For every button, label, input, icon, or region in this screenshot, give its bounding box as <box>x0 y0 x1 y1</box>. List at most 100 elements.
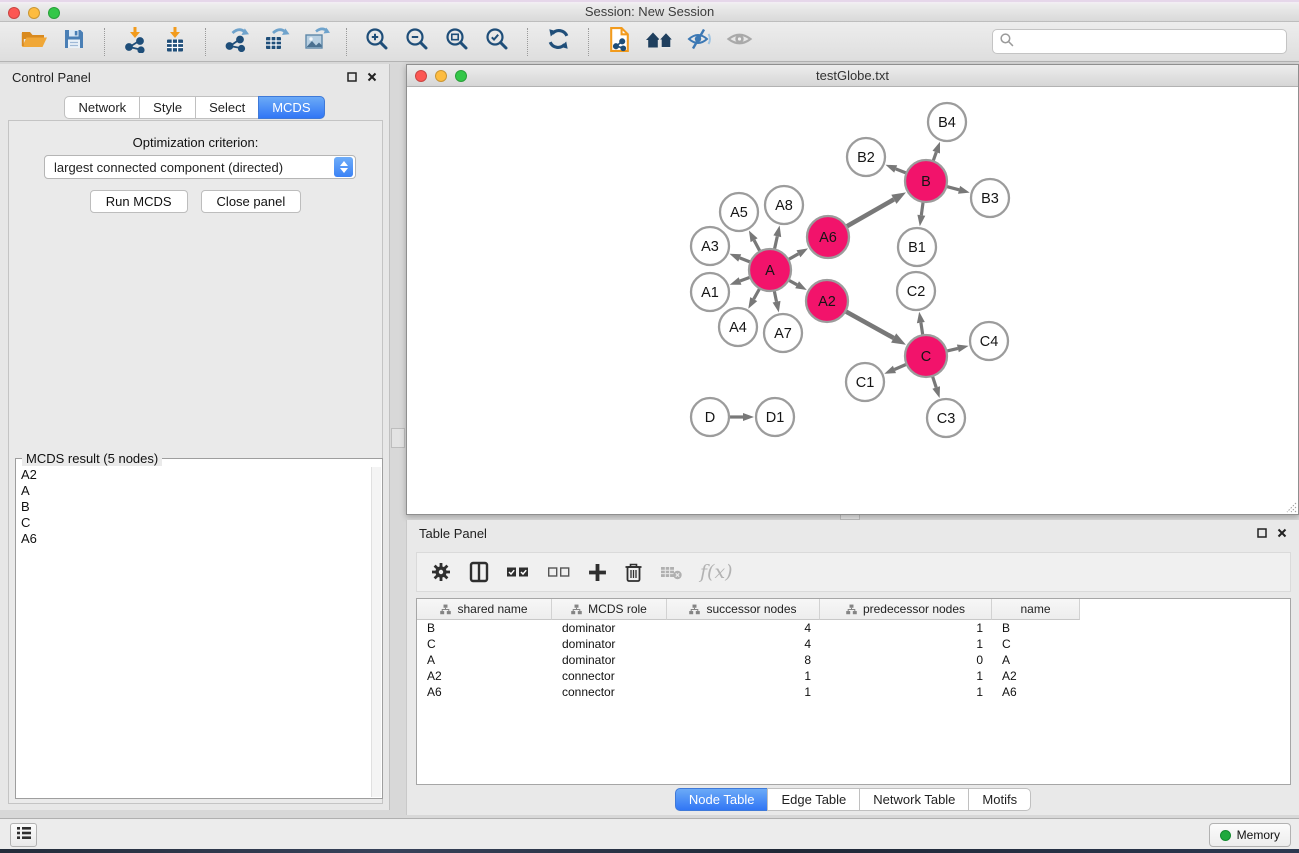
network-zoom-button[interactable] <box>455 70 467 82</box>
table-cell[interactable]: 1 <box>820 668 992 684</box>
gear-icon[interactable] <box>430 561 452 583</box>
export-table-button[interactable] <box>256 25 296 59</box>
table-row[interactable]: A2connector11A2 <box>417 668 1290 684</box>
zoom-fit-button[interactable] <box>437 25 477 59</box>
zoom-in-button[interactable] <box>357 25 397 59</box>
graph-edge-A-A4[interactable] <box>748 287 760 309</box>
graph-node-C1[interactable]: C1 <box>846 363 884 401</box>
graph-node-A8[interactable]: A8 <box>765 186 803 224</box>
table-cell[interactable]: dominator <box>552 652 667 668</box>
hide-selected-button[interactable] <box>679 25 719 59</box>
graph-edge-A-A8[interactable] <box>773 226 781 252</box>
refresh-view-button[interactable] <box>538 25 578 59</box>
tab-network-table[interactable]: Network Table <box>859 788 969 811</box>
tab-select[interactable]: Select <box>195 96 259 119</box>
open-session-button[interactable] <box>14 25 54 59</box>
mcds-result-item[interactable]: A2 <box>17 467 371 483</box>
save-session-button[interactable] <box>54 25 94 59</box>
graph-node-A4[interactable]: A4 <box>719 308 757 346</box>
column-header-successor-nodes[interactable]: successor nodes <box>667 599 820 620</box>
graph-node-C[interactable]: C <box>905 335 947 377</box>
table-cell[interactable]: 1 <box>820 636 992 652</box>
table-cell[interactable]: 0 <box>820 652 992 668</box>
new-network-from-selection-button[interactable] <box>599 25 639 59</box>
deselect-all-icon[interactable] <box>547 565 571 579</box>
table-cell[interactable]: 1 <box>820 684 992 700</box>
table-cell[interactable]: A6 <box>992 684 1080 700</box>
close-panel-icon[interactable] <box>367 70 377 85</box>
table-cell[interactable]: 4 <box>667 620 820 636</box>
graph-node-A2[interactable]: A2 <box>806 280 848 322</box>
table-cell[interactable]: A2 <box>417 668 552 684</box>
graph-node-C4[interactable]: C4 <box>970 322 1008 360</box>
graph-edge-A6-B[interactable] <box>845 192 907 227</box>
float-panel-icon[interactable] <box>347 70 357 85</box>
graph-node-A1[interactable]: A1 <box>691 273 729 311</box>
minimize-window-button[interactable] <box>28 7 40 19</box>
column-header-shared-name[interactable]: shared name <box>417 599 552 620</box>
graph-node-B[interactable]: B <box>905 160 947 202</box>
table-cell[interactable]: connector <box>552 684 667 700</box>
column-header-name[interactable]: name <box>992 599 1080 620</box>
mcds-result-item[interactable]: A6 <box>17 531 371 547</box>
graph-node-A[interactable]: A <box>749 249 791 291</box>
float-panel-icon[interactable] <box>1257 526 1267 541</box>
table-cell[interactable]: 1 <box>667 684 820 700</box>
graph-node-A5[interactable]: A5 <box>720 193 758 231</box>
graph-node-A7[interactable]: A7 <box>764 314 802 352</box>
graph-node-A6[interactable]: A6 <box>807 216 849 258</box>
graph-edge-D-D1[interactable] <box>727 413 754 421</box>
table-row[interactable]: Adominator80A <box>417 652 1290 668</box>
column-chooser-icon[interactable] <box>469 561 489 583</box>
zoom-selected-button[interactable] <box>477 25 517 59</box>
graph-edge-B-B3[interactable] <box>944 186 969 194</box>
import-table-button[interactable] <box>155 25 195 59</box>
table-cell[interactable]: A <box>992 652 1080 668</box>
table-cell[interactable]: 4 <box>667 636 820 652</box>
run-mcds-button[interactable]: Run MCDS <box>90 190 188 213</box>
table-cell[interactable]: 8 <box>667 652 820 668</box>
close-panel-button[interactable]: Close panel <box>201 190 302 213</box>
table-cell[interactable]: A2 <box>992 668 1080 684</box>
graph-edge-C-C3[interactable] <box>932 374 940 398</box>
close-window-button[interactable] <box>8 7 20 19</box>
table-cell[interactable]: A <box>417 652 552 668</box>
graph-node-C3[interactable]: C3 <box>927 399 965 437</box>
network-minimize-button[interactable] <box>435 70 447 82</box>
zoom-window-button[interactable] <box>48 7 60 19</box>
export-network-button[interactable] <box>216 25 256 59</box>
table-cell[interactable]: 1 <box>667 668 820 684</box>
graph-node-B4[interactable]: B4 <box>928 103 966 141</box>
graph-edge-B-B4[interactable] <box>932 142 940 163</box>
mcds-result-scrollbar[interactable] <box>371 467 381 797</box>
table-cell[interactable]: dominator <box>552 636 667 652</box>
graph-edge-C-C4[interactable] <box>945 345 969 353</box>
zoom-out-button[interactable] <box>397 25 437 59</box>
graph-node-D[interactable]: D <box>691 398 729 436</box>
column-header-mcds-role[interactable]: MCDS role <box>552 599 667 620</box>
tab-motifs[interactable]: Motifs <box>968 788 1031 811</box>
graph-edge-A-A1[interactable] <box>730 277 753 285</box>
table-cell[interactable]: dominator <box>552 620 667 636</box>
graph-edge-B-B1[interactable] <box>917 200 925 226</box>
graph-node-C2[interactable]: C2 <box>897 272 935 310</box>
tab-style[interactable]: Style <box>139 96 196 119</box>
graph-edge-A-A2[interactable] <box>787 279 807 290</box>
graph-node-A3[interactable]: A3 <box>691 227 729 265</box>
table-cell[interactable]: B <box>992 620 1080 636</box>
memory-button[interactable]: Memory <box>1209 823 1291 847</box>
table-cell[interactable]: A6 <box>417 684 552 700</box>
network-canvas[interactable]: B4B2BB3A8A5A6A3B1AC2A1A2A4A7C4CC1DD1C3 <box>408 87 1297 513</box>
table-cell[interactable]: connector <box>552 668 667 684</box>
graph-node-B1[interactable]: B1 <box>898 228 936 266</box>
mcds-result-item[interactable]: C <box>17 515 371 531</box>
tab-node-table[interactable]: Node Table <box>675 788 769 811</box>
graph-edge-A2-C[interactable] <box>844 310 906 345</box>
optimization-criterion-select[interactable]: largest connected component (directed) <box>44 155 356 179</box>
mcds-result-item[interactable]: B <box>17 499 371 515</box>
table-cell[interactable]: C <box>992 636 1080 652</box>
table-row[interactable]: Bdominator41B <box>417 620 1290 636</box>
select-all-icon[interactable] <box>506 565 530 579</box>
trash-icon[interactable] <box>624 561 643 583</box>
tab-edge-table[interactable]: Edge Table <box>767 788 860 811</box>
